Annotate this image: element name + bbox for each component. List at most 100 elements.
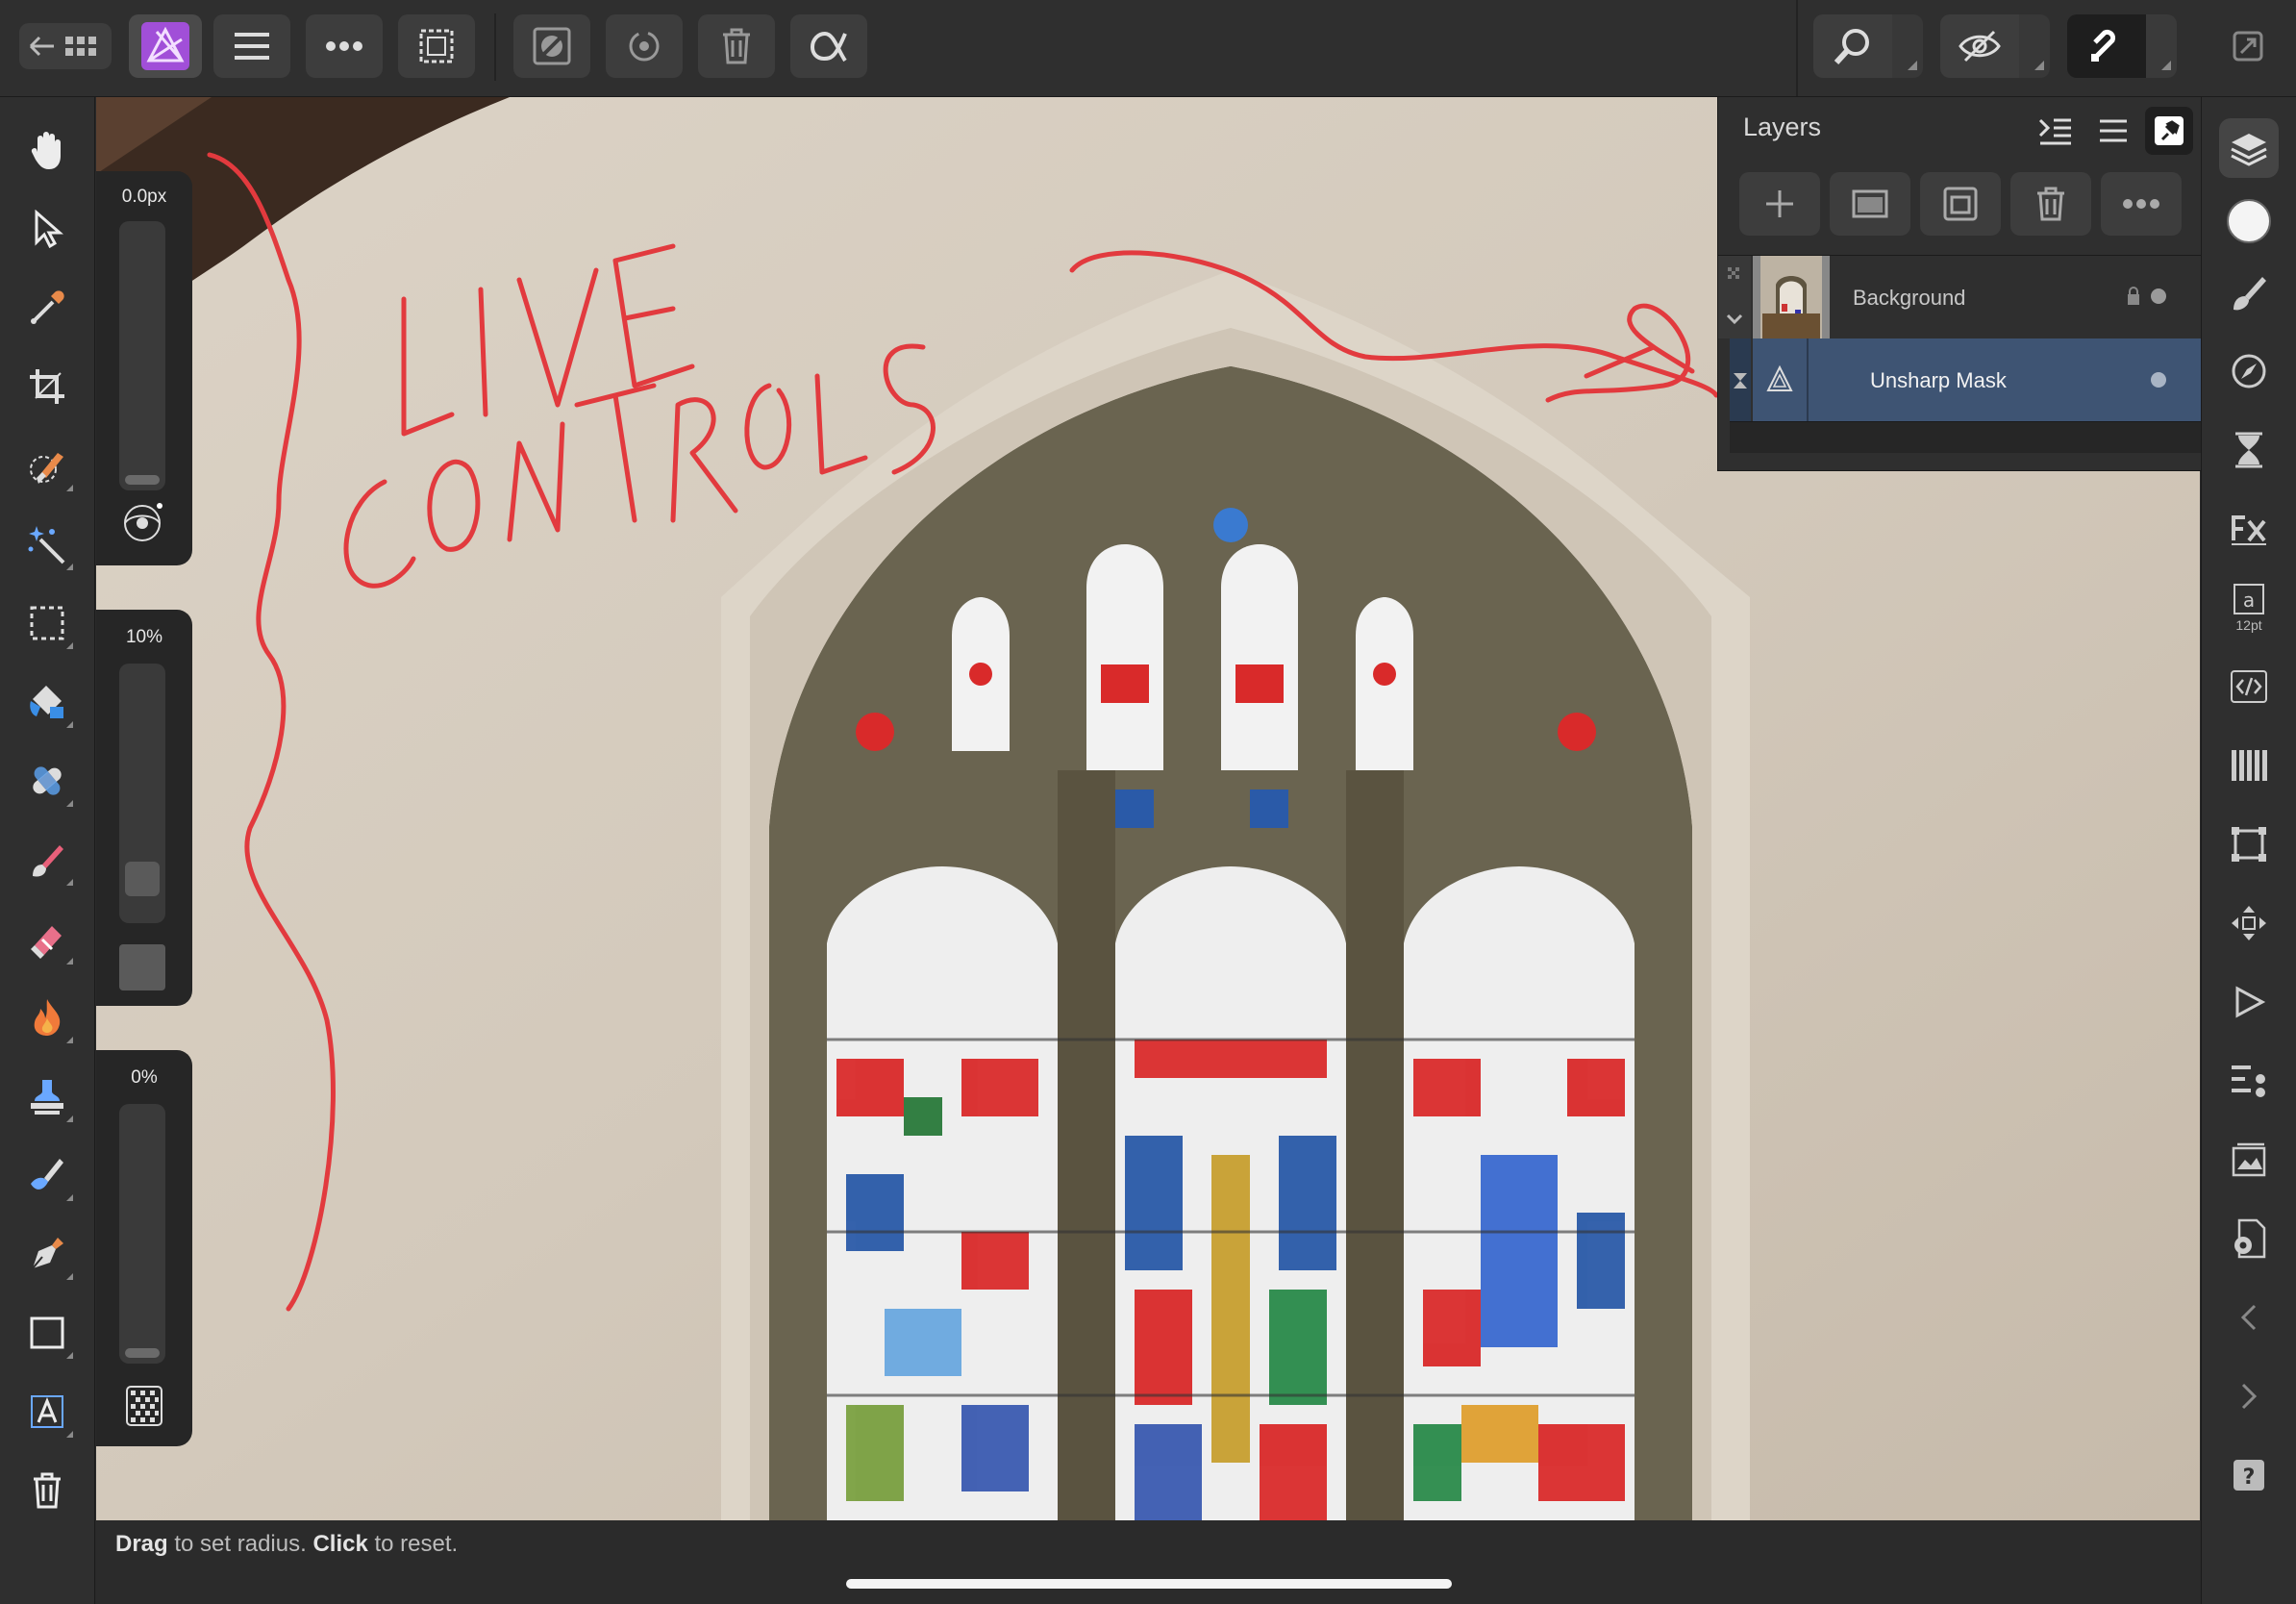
more-button[interactable]	[306, 14, 383, 78]
panel-menu-button[interactable]	[2089, 107, 2137, 155]
add-layer-button[interactable]	[1739, 172, 1820, 236]
zoom-dropdown[interactable]	[1892, 14, 1923, 78]
fx-studio-button[interactable]	[2219, 499, 2279, 559]
status-bar: Drag to set radius. Click to reset.	[96, 1521, 2200, 1604]
layer-visibility-dot[interactable]	[2151, 372, 2166, 388]
hamburger-icon	[2100, 119, 2127, 142]
radius-slider-knob[interactable]	[125, 475, 160, 485]
text-tool[interactable]	[17, 1382, 77, 1441]
factor-slider-panel: 10%	[96, 610, 192, 1006]
snapping-dropdown[interactable]	[2146, 14, 2177, 78]
svg-text:?: ?	[2243, 1466, 2256, 1490]
collapse-panel-button[interactable]	[2032, 107, 2080, 155]
collapse-panel-icon	[2038, 118, 2071, 145]
status-hint: Drag to set radius. Click to reset.	[115, 1531, 458, 1558]
marquee-tool[interactable]	[17, 593, 77, 653]
flame-icon	[34, 999, 61, 1036]
lock-icon[interactable]	[2126, 287, 2141, 306]
paint-brush-tool[interactable]	[17, 830, 77, 890]
mask-layer-button[interactable]	[1830, 172, 1910, 236]
color-picker-tool[interactable]	[17, 278, 77, 338]
view-button[interactable]	[1940, 14, 2019, 78]
affinity-photo-persona-icon	[141, 22, 189, 70]
rect-marquee-icon	[30, 606, 64, 640]
crop-tool[interactable]	[17, 357, 77, 416]
quick-mask-button[interactable]	[513, 14, 590, 78]
move-tool[interactable]	[17, 199, 77, 259]
home-indicator[interactable]	[846, 1579, 1452, 1589]
history-studio-button[interactable]	[2219, 420, 2279, 480]
radius-slider[interactable]	[119, 221, 165, 490]
group-layer-button[interactable]	[1920, 172, 2001, 236]
factor-slider[interactable]	[119, 664, 165, 923]
layers-panel: Layers Background Unsharp Mask	[1717, 97, 2201, 471]
smudge-tool[interactable]	[17, 1145, 77, 1205]
layer-row-background[interactable]: Background	[1718, 255, 2201, 338]
help-button[interactable]: ?	[2219, 1445, 2279, 1505]
font-size-label: 12pt	[2235, 617, 2262, 633]
window-toggle-button[interactable]	[2221, 14, 2275, 78]
threshold-slider[interactable]	[119, 1104, 165, 1364]
delete-button[interactable]	[698, 14, 775, 78]
back-to-documents-button[interactable]	[19, 23, 112, 69]
move-studio-button[interactable]	[2219, 893, 2279, 953]
window-toggle-icon	[2233, 31, 2263, 62]
selection-button[interactable]	[398, 14, 475, 78]
noise-button[interactable]	[123, 1383, 165, 1429]
factor-swatch[interactable]	[119, 944, 165, 990]
layers-stack-icon	[2231, 134, 2267, 166]
adjustments-studio-button[interactable]	[2219, 1051, 2279, 1111]
zoom-button[interactable]	[1813, 14, 1892, 78]
hand-tool[interactable]	[17, 120, 77, 180]
pen-tool[interactable]	[17, 1224, 77, 1284]
bandage-icon	[33, 766, 62, 795]
history-button[interactable]	[606, 14, 683, 78]
flood-fill-tool[interactable]	[17, 672, 77, 732]
channels-studio-button[interactable]	[2219, 736, 2279, 795]
clone-tool[interactable]	[17, 1066, 77, 1126]
settings-studio-button[interactable]	[2219, 1209, 2279, 1268]
layers-empty-area	[1730, 421, 2201, 453]
threshold-slider-knob[interactable]	[125, 1348, 160, 1358]
erase-brush-tool[interactable]	[17, 909, 77, 968]
layer-row-unsharp-mask[interactable]: Unsharp Mask	[1718, 338, 2201, 421]
layer-visibility-dot[interactable]	[2151, 288, 2166, 304]
character-icon: a	[2234, 584, 2264, 614]
flood-select-tool[interactable]	[17, 514, 77, 574]
persona-button[interactable]	[129, 14, 202, 78]
selection-brush-tool[interactable]	[17, 436, 77, 495]
delete-tool[interactable]	[17, 1461, 77, 1520]
text-icon	[31, 1395, 63, 1428]
menu-button[interactable]	[213, 14, 290, 78]
delete-layer-icon	[2037, 187, 2064, 221]
toolbar-separator	[494, 13, 496, 81]
help-icon: ?	[2234, 1460, 2264, 1491]
brushes-studio-button[interactable]	[2219, 263, 2279, 322]
source-studio-button[interactable]	[2219, 657, 2279, 716]
delete-layer-button[interactable]	[2010, 172, 2091, 236]
layer-expand-toggle[interactable]	[1718, 256, 1751, 338]
factor-slider-knob[interactable]	[125, 861, 160, 896]
macro-studio-button[interactable]	[2219, 972, 2279, 1032]
collapse-left-button[interactable]	[2219, 1288, 2279, 1347]
character-studio-button[interactable]: a 12pt	[2219, 578, 2279, 638]
layer-options-button[interactable]	[2101, 172, 2182, 236]
layers-studio-button[interactable]	[2219, 118, 2279, 178]
view-dropdown[interactable]	[2019, 14, 2050, 78]
pin-panel-button[interactable]	[2145, 107, 2193, 155]
healing-tool[interactable]	[17, 751, 77, 811]
stock-studio-button[interactable]	[2219, 1130, 2279, 1190]
color-studio-button[interactable]	[2219, 191, 2279, 251]
radius-reset-button[interactable]	[121, 500, 165, 544]
burn-tool[interactable]	[17, 988, 77, 1047]
navigator-studio-button[interactable]	[2219, 341, 2279, 401]
alpha-button[interactable]	[790, 14, 867, 78]
pen-icon	[32, 1238, 63, 1269]
snapping-button[interactable]	[2067, 14, 2146, 78]
more-dots-icon	[2123, 199, 2159, 209]
collapse-right-button[interactable]	[2219, 1366, 2279, 1426]
shape-tool[interactable]	[17, 1303, 77, 1363]
transform-studio-button[interactable]	[2219, 815, 2279, 874]
threshold-slider-panel: 0%	[96, 1050, 192, 1446]
mask-layer-icon	[1852, 189, 1888, 218]
